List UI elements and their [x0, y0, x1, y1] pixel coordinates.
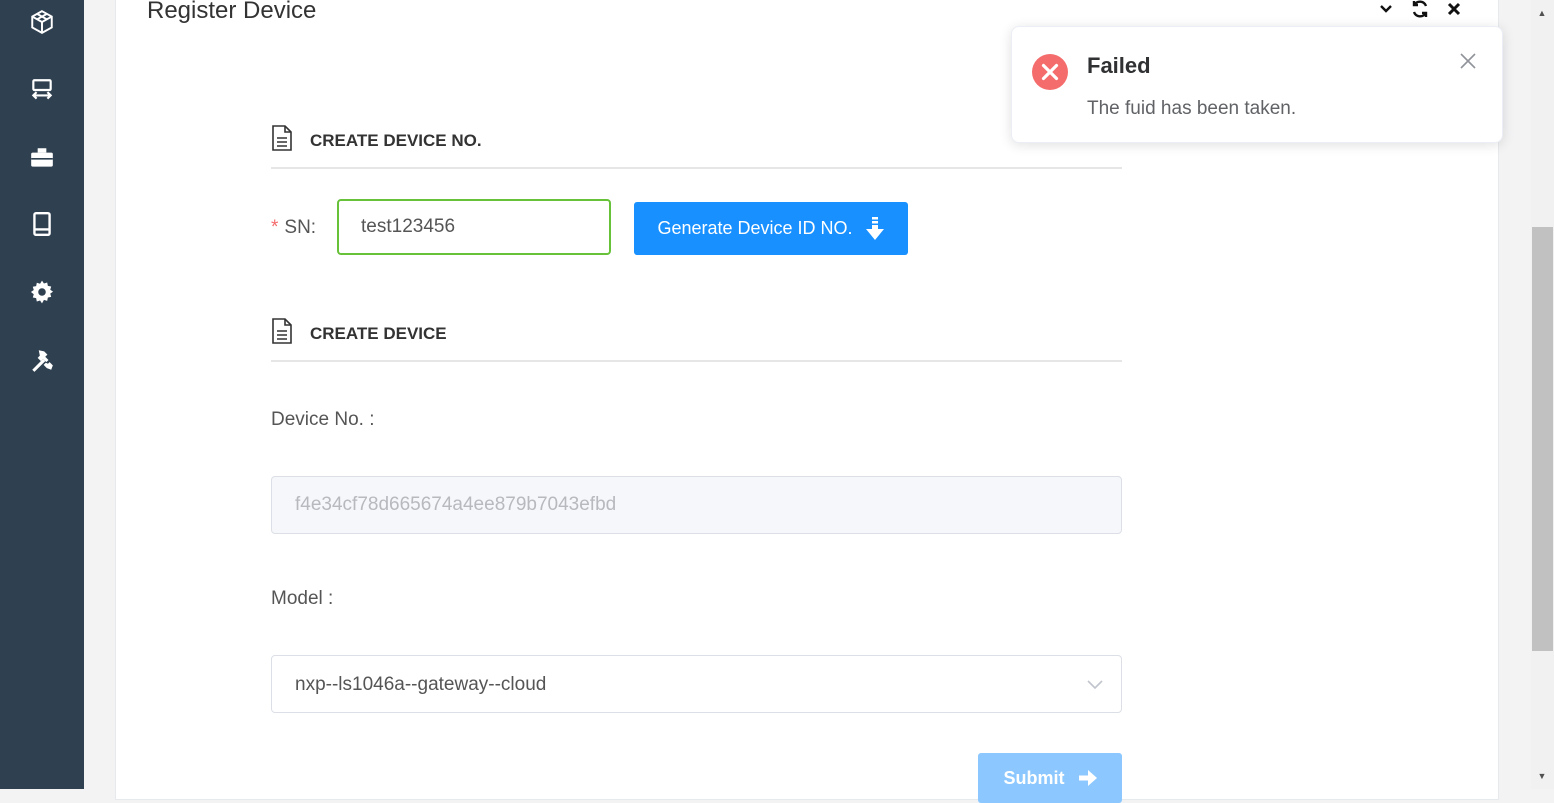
document-icon — [272, 318, 292, 344]
section-create-device: CREATE DEVICE — [271, 316, 1122, 362]
model-select-value: nxp--ls1046a--gateway--cloud — [295, 674, 547, 695]
refresh-icon[interactable] — [1410, 0, 1430, 19]
model-select[interactable]: nxp--ls1046a--gateway--cloud — [271, 655, 1122, 713]
notification-title: Failed — [1087, 53, 1151, 78]
document-icon — [272, 125, 292, 151]
sn-label: * SN: — [271, 217, 316, 239]
generate-button-label: Generate Device ID NO. — [657, 218, 853, 238]
sn-label-text: SN: — [284, 217, 317, 238]
scrollbar-thumb[interactable] — [1532, 227, 1553, 651]
notification-message: The fuid has been taken. — [1087, 98, 1297, 119]
arrow-right-icon — [1078, 770, 1097, 786]
cube-icon[interactable] — [26, 6, 58, 38]
briefcase-icon[interactable] — [26, 142, 58, 174]
scroll-up-icon[interactable]: ▲ — [1536, 8, 1548, 18]
device-no-input[interactable] — [271, 476, 1122, 534]
section-title: CREATE DEVICE NO. — [310, 131, 482, 150]
submit-label: Submit — [1003, 767, 1065, 788]
required-mark: * — [271, 217, 279, 238]
page-title: Register Device — [147, 0, 317, 24]
scroll-down-icon[interactable]: ▼ — [1536, 771, 1548, 781]
gear-icon[interactable] — [26, 276, 58, 308]
sidebar — [0, 0, 84, 789]
server-transfer-icon[interactable] — [26, 74, 58, 106]
close-icon[interactable] — [1444, 0, 1464, 19]
close-icon[interactable] — [1458, 51, 1478, 71]
generate-device-id-button[interactable]: Generate Device ID NO. — [634, 202, 908, 255]
error-notification: Failed The fuid has been taken. — [1011, 26, 1503, 143]
error-icon — [1032, 54, 1068, 90]
model-label: Model : — [271, 588, 334, 609]
chevron-down-icon[interactable] — [1376, 0, 1396, 19]
panel-tools — [1376, 0, 1464, 19]
section-title: CREATE DEVICE — [310, 324, 447, 343]
tablet-icon[interactable] — [26, 208, 58, 240]
tools-icon[interactable] — [26, 344, 58, 376]
section-create-device-no: CREATE DEVICE NO. — [271, 123, 1122, 169]
submit-button[interactable]: Submit — [978, 753, 1122, 803]
chevron-down-icon — [1087, 680, 1103, 690]
download-arrow-icon — [865, 216, 884, 240]
device-no-label: Device No. : — [271, 409, 375, 430]
sn-input[interactable] — [337, 199, 611, 255]
